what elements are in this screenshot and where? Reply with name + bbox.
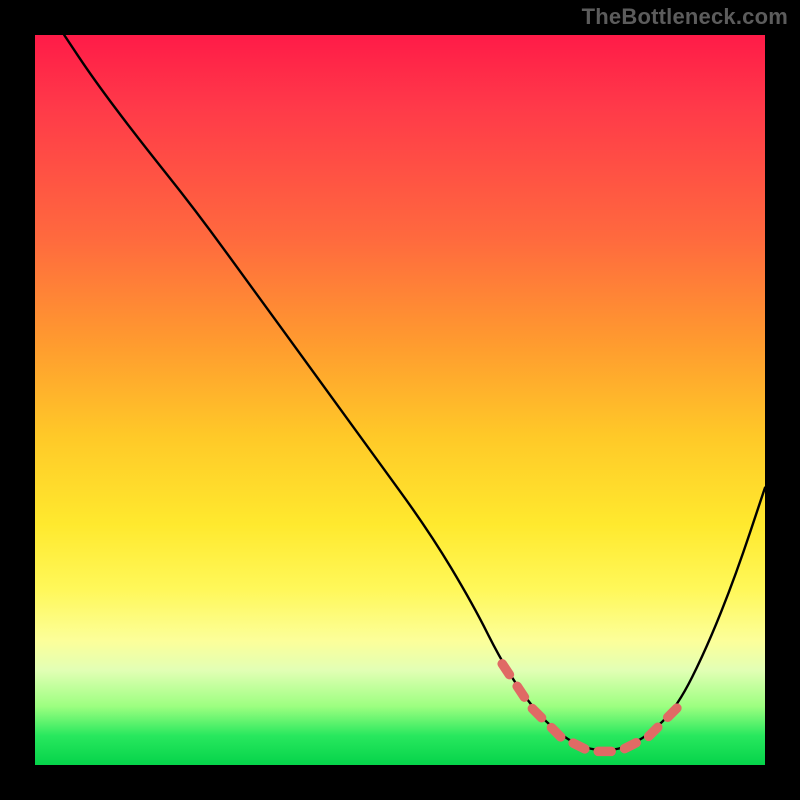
optimal-band	[502, 664, 677, 752]
curve-svg	[35, 35, 765, 765]
watermark-text: TheBottleneck.com	[582, 4, 788, 30]
chart-stage: TheBottleneck.com	[0, 0, 800, 800]
bottleneck-curve	[64, 35, 765, 750]
plot-area	[35, 35, 765, 765]
